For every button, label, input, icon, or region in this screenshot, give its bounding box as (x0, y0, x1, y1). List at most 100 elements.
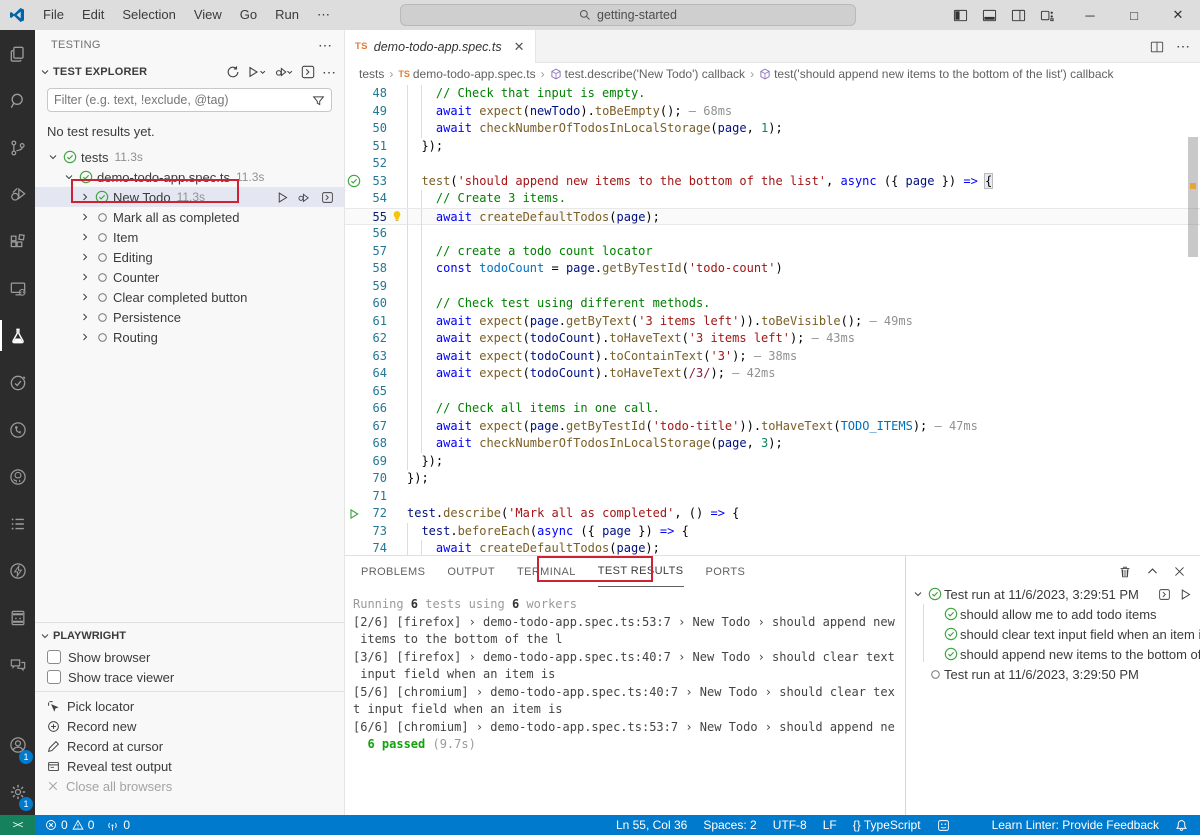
status-lf[interactable]: LF (823, 815, 837, 835)
code-line-68[interactable]: 68await checkNumberOfTodosInLocalStorage… (345, 435, 1200, 453)
open-test-view-icon[interactable] (301, 65, 315, 79)
test-item-new-todo[interactable]: New Todo 11.3s (35, 187, 344, 207)
lightbulb-icon[interactable] (391, 210, 403, 222)
code-line-55[interactable]: 55await createDefaultTodos(page); (345, 208, 1200, 226)
editor-scrollbar[interactable] (1188, 137, 1198, 257)
twist-icon[interactable] (77, 291, 93, 303)
close-button[interactable]: ✕ (1156, 0, 1200, 30)
activity-todo-list[interactable] (0, 500, 35, 547)
panel-tab-test-results[interactable]: TEST RESULTS (598, 556, 684, 587)
run-icon[interactable] (1179, 588, 1192, 601)
activity-commit-graph[interactable] (0, 406, 35, 453)
result-test-run-at-11-6-2023-3-29-51-[interactable]: Test run at 11/6/2023, 3:29:51 PM (906, 584, 1200, 604)
code-line-61[interactable]: 61await expect(page.getByText('3 items l… (345, 313, 1200, 331)
activity-lightning[interactable] (0, 547, 35, 594)
breadcrumb-item[interactable]: test.describe('New Todo') callback (565, 67, 745, 81)
tab-demo-todo-app[interactable]: TS demo-todo-app.spec.ts ✕ (345, 30, 536, 63)
filter-icon[interactable] (312, 94, 325, 107)
toggle-sidebar-icon[interactable] (953, 8, 968, 23)
playwright-close-all-browsers[interactable]: Close all browsers (35, 776, 345, 796)
menu-run[interactable]: Run (266, 0, 308, 30)
twist-icon[interactable] (77, 211, 93, 223)
playwright-record-at-cursor[interactable]: Record at cursor (35, 736, 345, 756)
activity-account[interactable]: 1 (0, 721, 35, 768)
breadcrumb-item[interactable]: tests (359, 67, 384, 81)
test-item-editing[interactable]: Editing (35, 247, 344, 267)
debug-tests-icon[interactable] (274, 65, 294, 79)
test-item-routing[interactable]: Routing (35, 327, 344, 347)
code-line-73[interactable]: 73test.beforeEach(async ({ page }) => { (345, 523, 1200, 541)
activity-testing-beaker[interactable] (0, 312, 35, 359)
twist-icon[interactable] (77, 191, 93, 203)
panel-tab-output[interactable]: OUTPUT (447, 556, 495, 587)
test-item-counter[interactable]: Counter (35, 267, 344, 287)
activity-remote-explorer[interactable] (0, 265, 35, 312)
panel-tab-ports[interactable]: PORTS (706, 556, 746, 587)
code-line-66[interactable]: 66// Check all items in one call. (345, 400, 1200, 418)
code-line-58[interactable]: 58const todoCount = page.getByTestId('to… (345, 260, 1200, 278)
test-item-tests[interactable]: tests 11.3s (35, 147, 344, 167)
code-editor[interactable]: 48// Check that input is empty. 49await … (345, 85, 1200, 555)
code-line-60[interactable]: 60// Check test using different methods. (345, 295, 1200, 313)
code-line-69[interactable]: 69}); (345, 453, 1200, 471)
activity-files[interactable] (0, 30, 35, 77)
debug-icon[interactable] (297, 191, 313, 204)
code-line-57[interactable]: 57// create a todo count locator (345, 243, 1200, 261)
activity-search[interactable] (0, 77, 35, 124)
checkbox-icon[interactable] (47, 670, 61, 684)
panel-tab-terminal[interactable]: TERMINAL (517, 556, 576, 587)
panel-tab-problems[interactable]: PROBLEMS (361, 556, 425, 587)
code-line-72[interactable]: 72test.describe('Mark all as completed',… (345, 505, 1200, 523)
code-line-65[interactable]: 65 (345, 383, 1200, 401)
twist-icon[interactable] (61, 171, 77, 183)
code-line-64[interactable]: 64await expect(todoCount).toHaveText(/3/… (345, 365, 1200, 383)
code-line-56[interactable]: 56 (345, 225, 1200, 243)
breadcrumb-item[interactable]: demo-todo-app.spec.ts (413, 67, 536, 81)
status-ln-55-col-36[interactable]: Ln 55, Col 36 (616, 815, 687, 835)
code-line-53[interactable]: 53test('should append new items to the b… (345, 173, 1200, 191)
code-line-54[interactable]: 54// Create 3 items. (345, 190, 1200, 208)
activity-check-circle[interactable] (0, 359, 35, 406)
checkbox-show-browser[interactable]: Show browser (35, 647, 345, 667)
code-line-62[interactable]: 62await expect(todoCount).toHaveText('3 … (345, 330, 1200, 348)
status-spaces-2[interactable]: Spaces: 2 (703, 815, 756, 835)
activity-extensions[interactable] (0, 218, 35, 265)
code-line-63[interactable]: 63await expect(todoCount).toContainText(… (345, 348, 1200, 366)
checkbox-icon[interactable] (47, 650, 61, 664)
twist-icon[interactable] (45, 151, 61, 163)
goto-icon[interactable] (1158, 588, 1171, 601)
activity-gear[interactable]: 1 (0, 768, 35, 815)
status-utf-8[interactable]: UTF-8 (773, 815, 807, 835)
activity-source-control[interactable] (0, 124, 35, 171)
test-filter-input[interactable] (54, 93, 312, 107)
test-item-clear-completed-button[interactable]: Clear completed button (35, 287, 344, 307)
menu-selection[interactable]: Selection (113, 0, 184, 30)
minimize-button[interactable]: ─ (1068, 0, 1112, 30)
goto-icon[interactable] (321, 191, 334, 204)
status-learn-linter-provide[interactable]: Learn Linter: Provide Feedback (992, 815, 1159, 835)
remote-indicator[interactable]: >< (0, 815, 35, 835)
test-explorer-more-icon[interactable]: ⋯ (322, 64, 336, 81)
twist-icon[interactable] (77, 251, 93, 263)
twist-icon[interactable] (77, 231, 93, 243)
close-tab-icon[interactable]: ✕ (514, 39, 525, 55)
twist-icon[interactable] (910, 588, 926, 600)
test-item-demo-todo-app-spec-ts[interactable]: demo-todo-app.spec.ts 11.3s (35, 167, 344, 187)
twist-icon[interactable] (77, 271, 93, 283)
toggle-panel-icon[interactable] (982, 8, 997, 23)
test-item-item[interactable]: Item (35, 227, 344, 247)
sidebar-more-icon[interactable]: ⋯ (318, 37, 332, 54)
result-should-clear-text-input-field-[interactable]: should clear text input field when an it… (906, 624, 1200, 644)
run-tests-icon[interactable] (247, 65, 267, 79)
code-line-71[interactable]: 71 (345, 488, 1200, 506)
activity-comments[interactable] (0, 641, 35, 688)
test-item-mark-all-as-completed[interactable]: Mark all as completed (35, 207, 344, 227)
result-should-allow-me-to-add-todo-it[interactable]: should allow me to add todo items (906, 604, 1200, 624)
test-results-output[interactable]: Running 6 tests using 6 workers[2/6] [fi… (353, 596, 901, 754)
split-editor-icon[interactable] (1150, 40, 1164, 54)
ports-status[interactable]: 0 (106, 815, 130, 835)
customize-layout-icon[interactable] (1040, 8, 1055, 23)
playwright-record-new[interactable]: Record new (35, 716, 345, 736)
playwright-pick-locator[interactable]: Pick locator (35, 696, 345, 716)
activity-run-debug[interactable] (0, 171, 35, 218)
